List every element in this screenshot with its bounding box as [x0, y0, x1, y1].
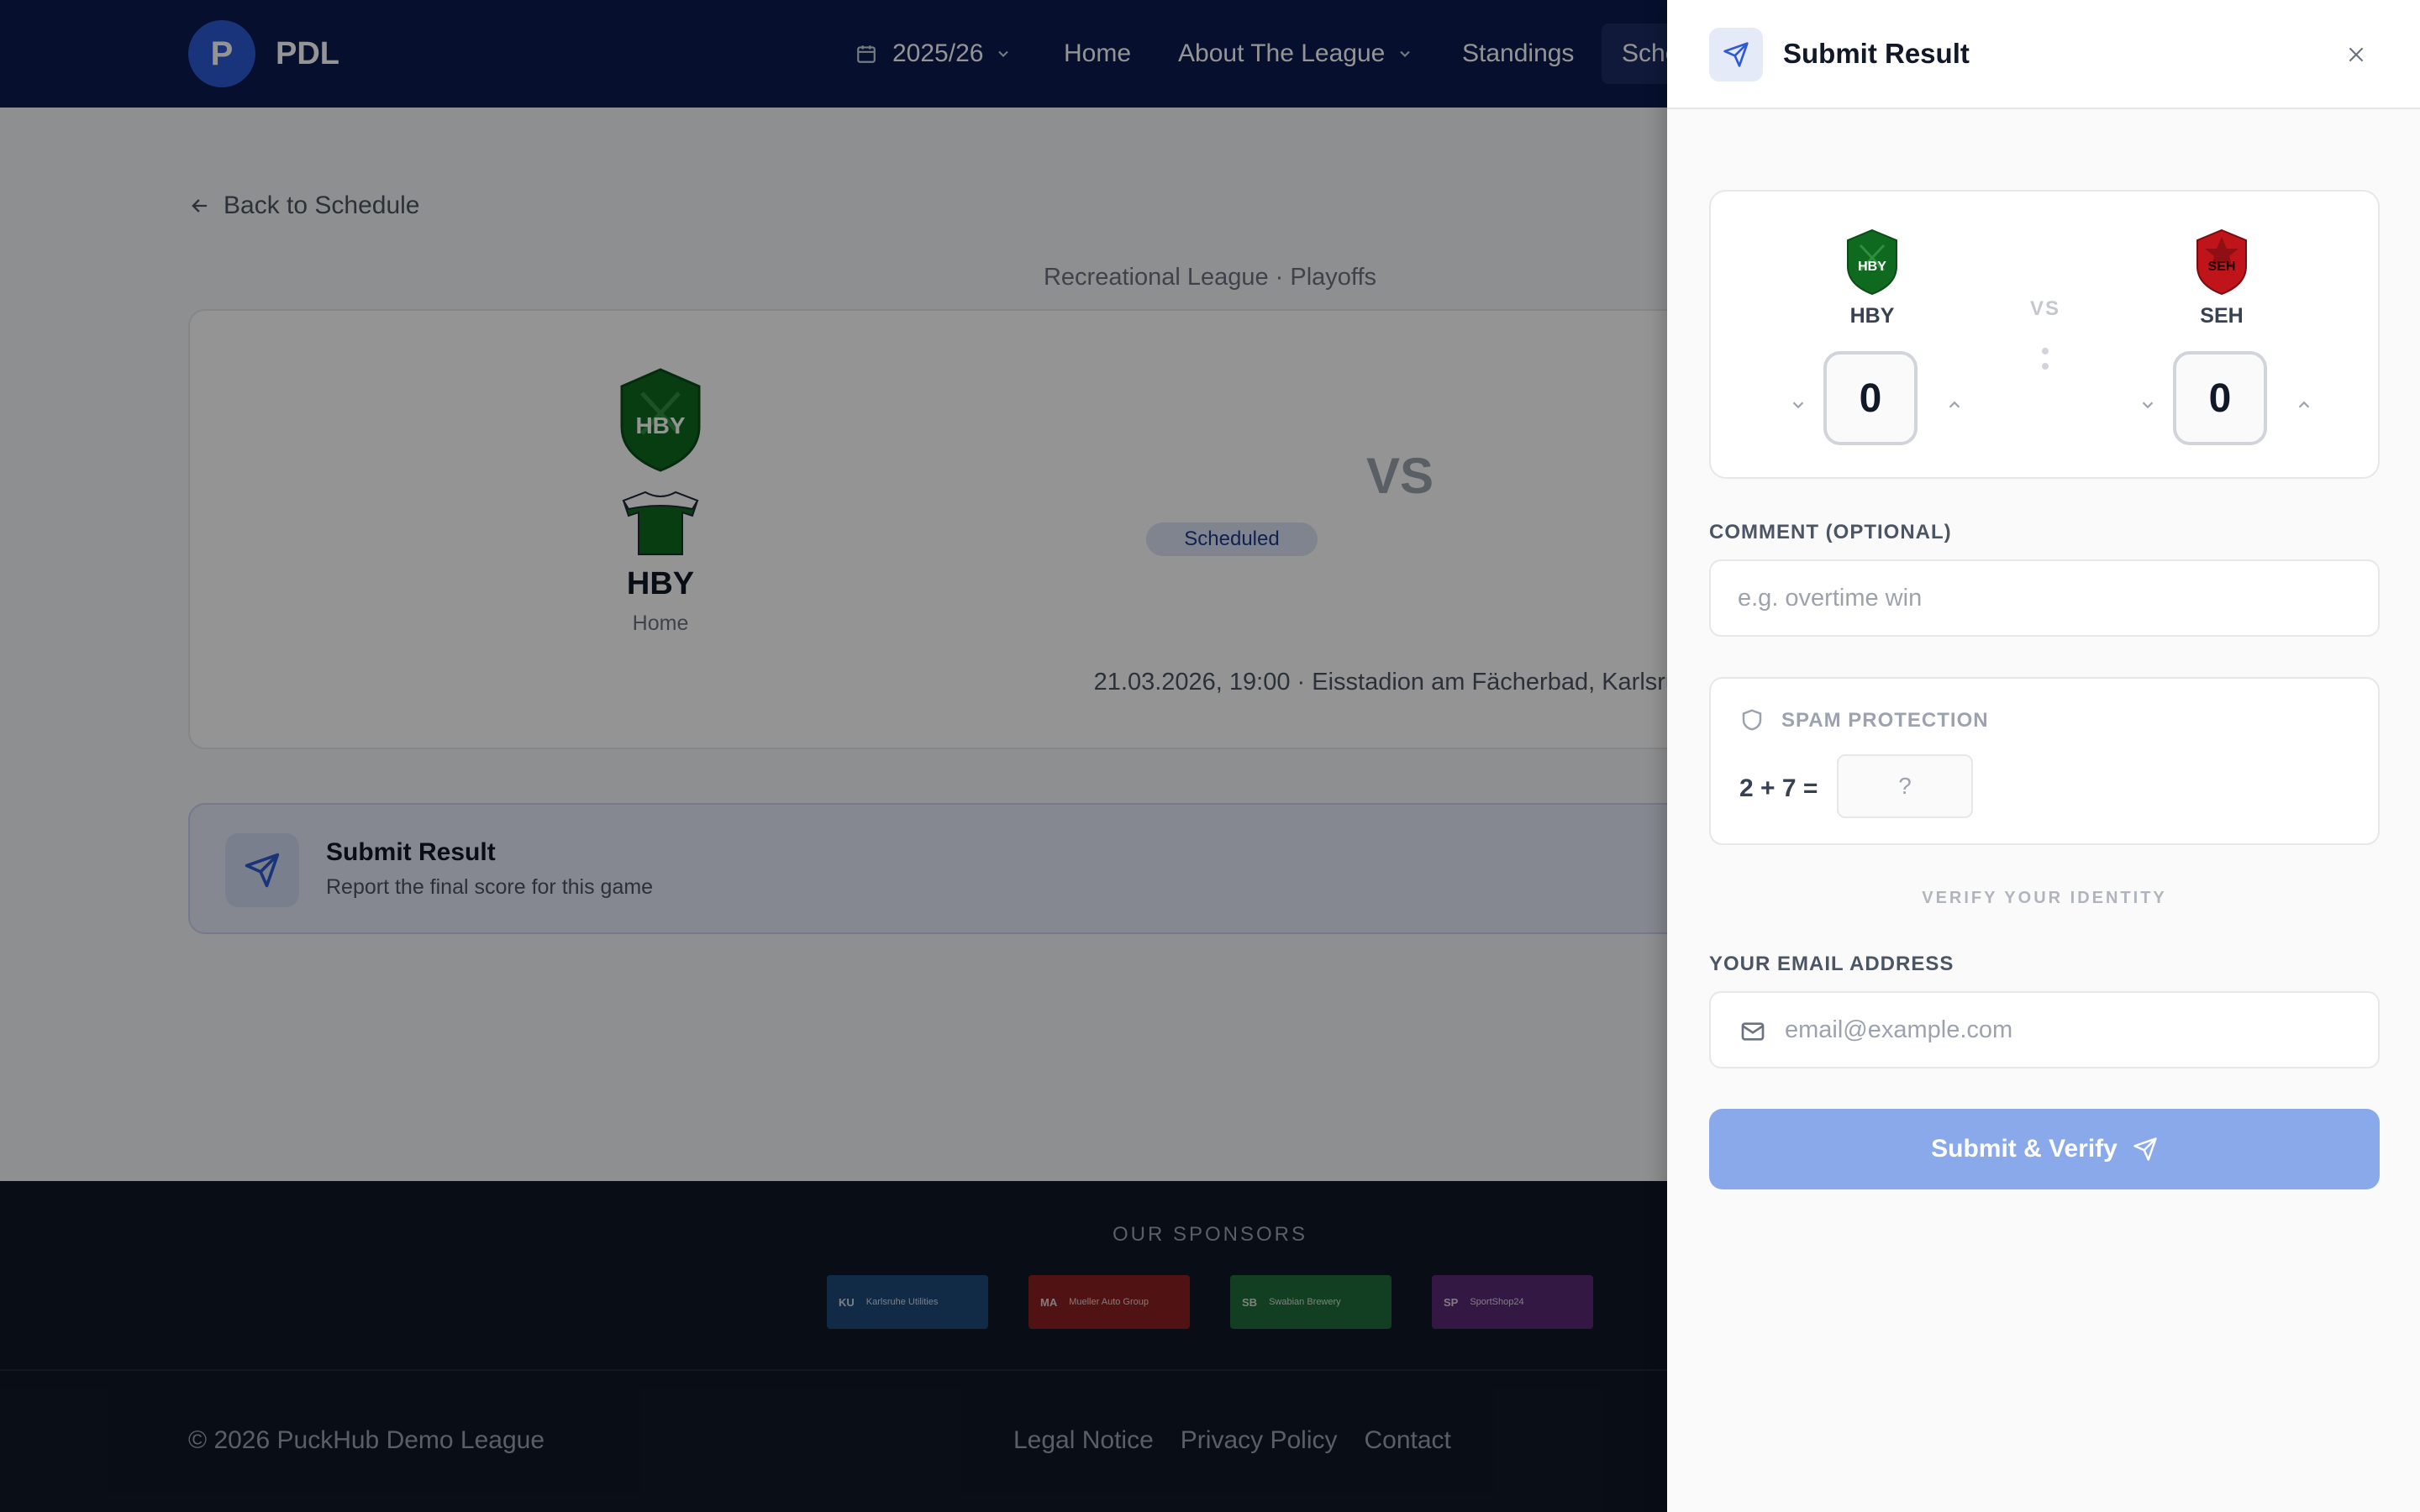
- submit-verify-button[interactable]: Submit & Verify: [1709, 1109, 2380, 1189]
- home-logo-text: HBY: [1858, 260, 1886, 274]
- verify-identity-divider: VERIFY YOUR IDENTITY: [1922, 889, 2167, 907]
- versus-label: VS: [2029, 297, 2060, 320]
- modal-backdrop[interactable]: [0, 0, 1667, 1512]
- submit-button-label: Submit & Verify: [1931, 1135, 2118, 1163]
- away-score-decrement[interactable]: [2131, 388, 2165, 422]
- away-team-abbr: SEH: [2200, 304, 2244, 328]
- drawer-header: Submit Result: [1667, 0, 2420, 109]
- comment-label: COMMENT (OPTIONAL): [1709, 521, 1952, 543]
- send-icon: [2133, 1137, 2157, 1161]
- chevron-down-icon: [2142, 402, 2154, 409]
- away-team-logo: SEH: [2196, 228, 2247, 296]
- drawer-title: Submit Result: [1783, 38, 1970, 69]
- submit-result-drawer: Submit Result HBY HBY VS SEH SEH 0 0 COM…: [1667, 0, 2420, 1512]
- home-score-increment[interactable]: [1938, 388, 1971, 422]
- away-score-input[interactable]: 0: [2173, 351, 2267, 445]
- close-icon[interactable]: [2339, 38, 2373, 71]
- send-icon: [1709, 28, 1763, 81]
- captcha-question: 2 + 7 =: [1739, 774, 1818, 802]
- mail-icon: [1741, 1022, 1765, 1041]
- chevron-up-icon: [2298, 401, 2310, 408]
- home-team-abbr: HBY: [1849, 304, 1895, 328]
- comment-input[interactable]: [1709, 559, 2380, 637]
- score-separator: [2042, 348, 2049, 371]
- chevron-down-icon: [1792, 402, 1804, 409]
- email-input[interactable]: [1785, 993, 2365, 1067]
- email-field[interactable]: [1709, 991, 2380, 1068]
- email-label: YOUR EMAIL ADDRESS: [1709, 953, 1954, 975]
- away-logo-text: SEH: [2208, 260, 2236, 274]
- score-entry-card: HBY HBY VS SEH SEH 0 0: [1709, 190, 2380, 479]
- shield-icon: [1742, 709, 1762, 731]
- captcha-answer-input[interactable]: [1837, 754, 1973, 818]
- chevron-up-icon: [1949, 401, 1960, 408]
- home-score-decrement[interactable]: [1781, 388, 1815, 422]
- home-score-input[interactable]: 0: [1823, 351, 1918, 445]
- spam-protection-card: SPAM PROTECTION 2 + 7 =: [1709, 677, 2380, 845]
- home-team-logo: HBY: [1847, 228, 1897, 296]
- away-score-increment[interactable]: [2287, 388, 2321, 422]
- spam-protection-title: SPAM PROTECTION: [1781, 709, 1989, 732]
